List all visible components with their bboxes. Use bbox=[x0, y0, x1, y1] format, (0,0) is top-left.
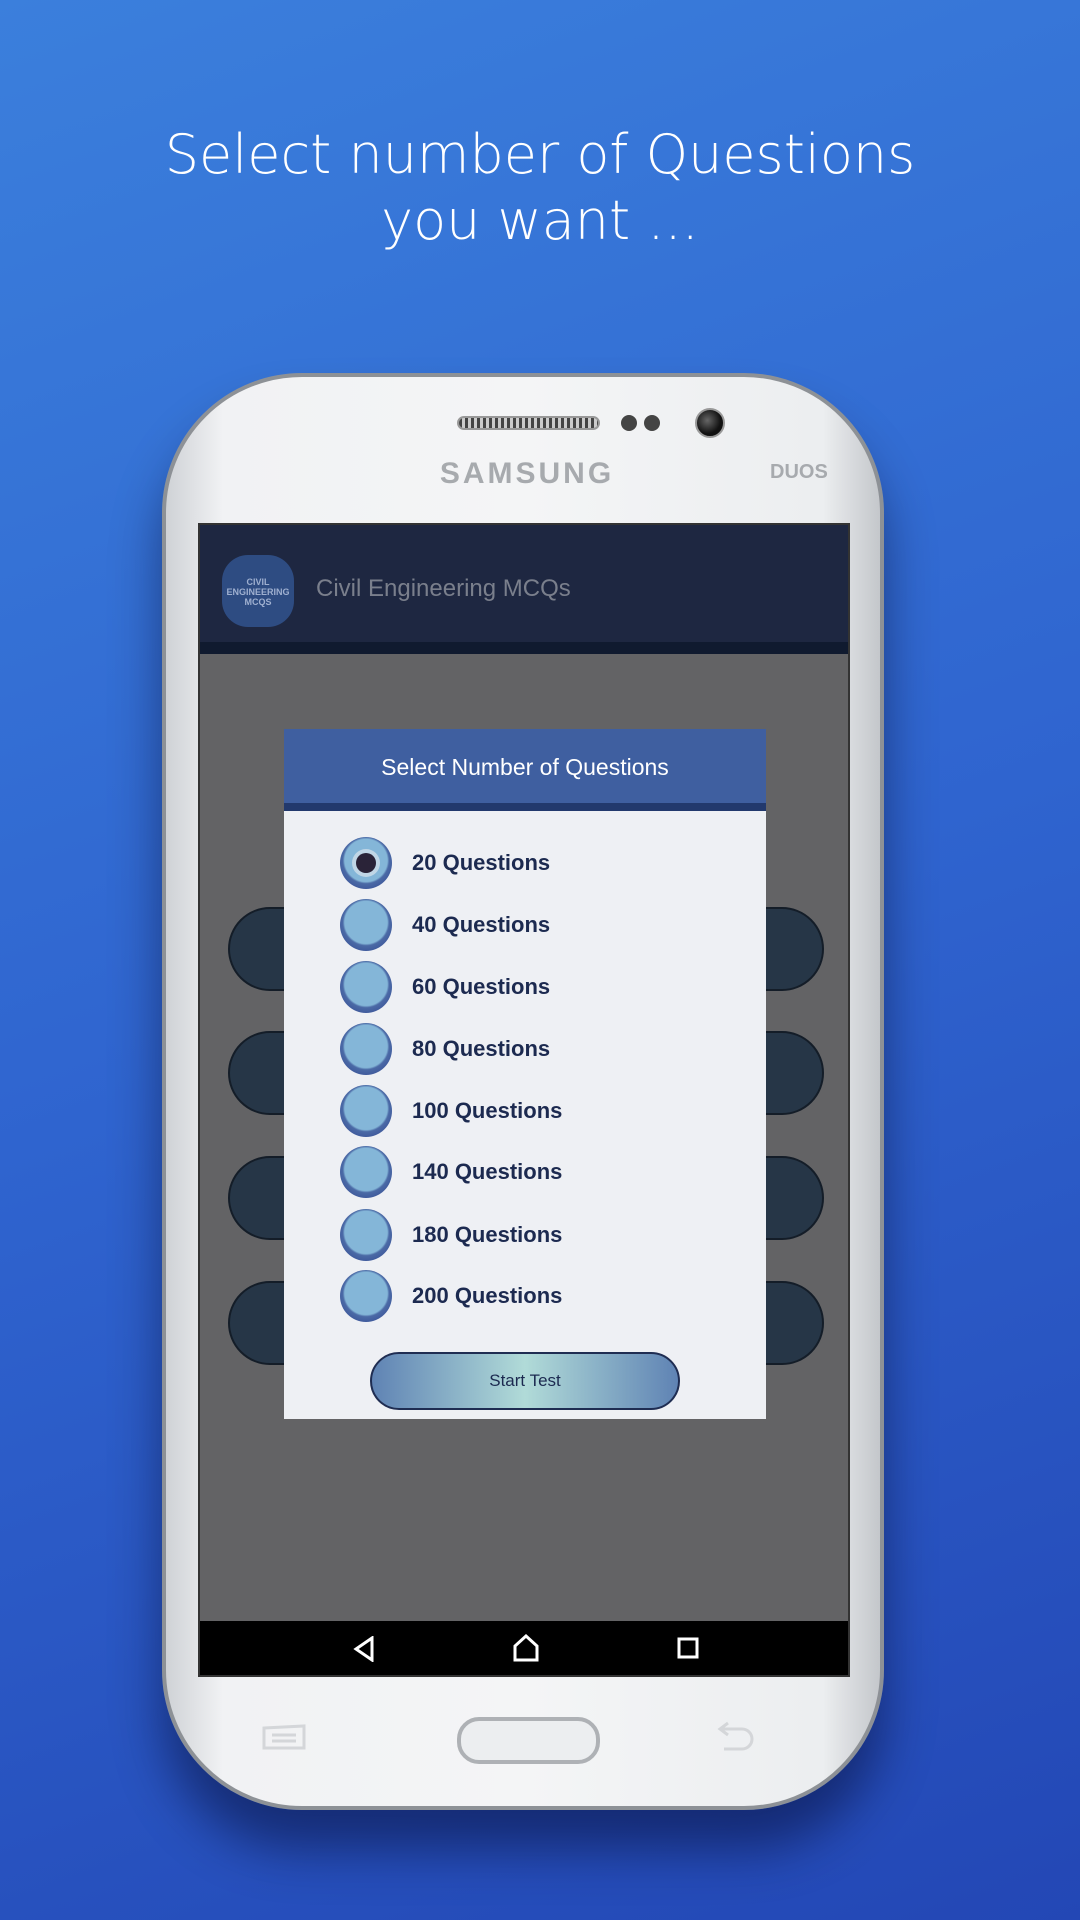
question-option-6[interactable]: 180 Questions bbox=[340, 1209, 563, 1261]
option-label: 200 Questions bbox=[412, 1283, 563, 1308]
radio-button[interactable] bbox=[340, 1270, 392, 1322]
option-label: 80 Questions bbox=[412, 1036, 551, 1061]
duos-badge: DUOS bbox=[770, 461, 828, 483]
back-icon[interactable] bbox=[352, 1636, 376, 1662]
sensor-icon bbox=[644, 415, 660, 431]
option-label: 100 Questions bbox=[412, 1098, 563, 1123]
back-key-icon[interactable] bbox=[712, 1721, 756, 1753]
radio-button[interactable] bbox=[340, 1146, 392, 1198]
radio-button[interactable] bbox=[340, 1209, 392, 1261]
camera-icon bbox=[695, 408, 725, 438]
app-bar: CIVIL ENGINEERING MCQS Civil Engineering… bbox=[200, 525, 848, 654]
recents-icon[interactable] bbox=[677, 1637, 699, 1659]
radio-button[interactable] bbox=[340, 1085, 392, 1137]
navigation-bar bbox=[200, 1621, 848, 1675]
dialog-title: Select Number of Questions bbox=[284, 729, 766, 811]
start-test-button[interactable]: Start Test bbox=[370, 1352, 680, 1410]
option-label: 140 Questions bbox=[412, 1159, 563, 1184]
radio-button[interactable] bbox=[340, 1023, 392, 1075]
question-option-0[interactable]: 20 Questions bbox=[340, 837, 551, 889]
home-hardware-button[interactable] bbox=[457, 1717, 600, 1764]
question-option-7[interactable]: 200 Questions bbox=[340, 1270, 563, 1322]
question-option-2[interactable]: 60 Questions bbox=[340, 961, 551, 1013]
option-label: 40 Questions bbox=[412, 912, 551, 937]
radio-button[interactable] bbox=[340, 961, 392, 1013]
option-label: 180 Questions bbox=[412, 1222, 563, 1247]
radio-button[interactable] bbox=[340, 899, 392, 951]
home-icon[interactable] bbox=[513, 1634, 539, 1662]
question-option-1[interactable]: 40 Questions bbox=[340, 899, 551, 951]
question-count-dialog: Select Number of Questions 20 Questions 4… bbox=[284, 729, 766, 1419]
speaker-grille bbox=[457, 416, 600, 430]
phone-frame: SAMSUNG DUOS CIVIL ENGINEERING MCQS Civi… bbox=[162, 373, 884, 1810]
question-option-5[interactable]: 140 Questions bbox=[340, 1146, 563, 1198]
sensor-icon bbox=[621, 415, 637, 431]
radio-button[interactable] bbox=[340, 837, 392, 889]
question-option-3[interactable]: 80 Questions bbox=[340, 1023, 551, 1075]
headline-line-1: Select number of Questions bbox=[164, 123, 916, 186]
option-label: 20 Questions bbox=[412, 850, 551, 875]
option-label: 60 Questions bbox=[412, 974, 551, 999]
menu-key-icon[interactable] bbox=[262, 1724, 306, 1750]
app-logo: CIVIL ENGINEERING MCQS bbox=[222, 555, 294, 627]
app-bar-divider bbox=[200, 642, 848, 654]
question-option-4[interactable]: 100 Questions bbox=[340, 1085, 563, 1137]
screen: CIVIL ENGINEERING MCQS Civil Engineering… bbox=[198, 523, 850, 1677]
headline-line-2: you want ... bbox=[381, 189, 699, 252]
app-title: Civil Engineering MCQs bbox=[316, 575, 571, 602]
